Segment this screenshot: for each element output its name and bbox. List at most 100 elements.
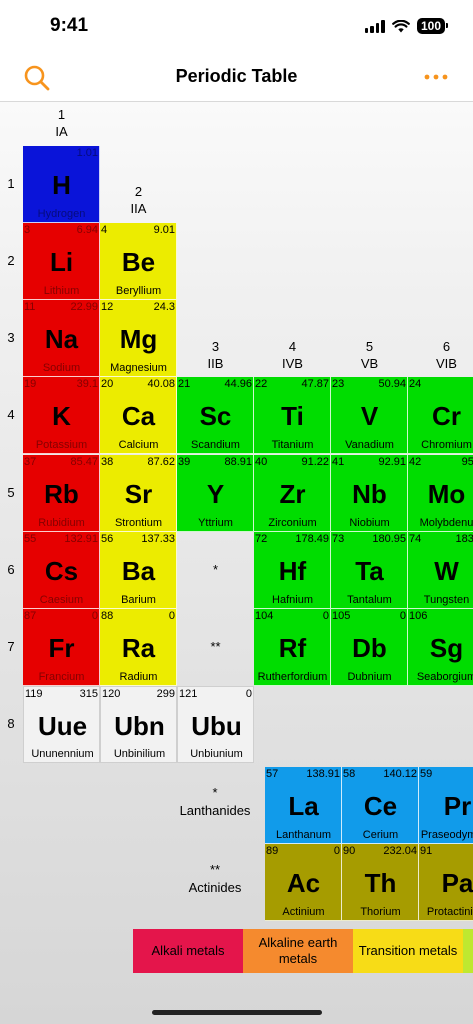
element-cell-mo[interactable]: 42 95.9 Mo Molybdenu xyxy=(408,455,473,532)
element-cell-ubn[interactable]: 120 299 Ubn Unbinilium xyxy=(100,686,177,763)
element-cell-nb[interactable]: 41 92.91 Nb Niobium xyxy=(331,455,408,532)
lanthanide-placeholder: * xyxy=(212,562,219,577)
element-cell-sr[interactable]: 38 87.62 Sr Strontium xyxy=(100,455,177,532)
element-cell-ti[interactable]: 22 47.87 Ti Titanium xyxy=(254,377,331,454)
element-name: Dubnium xyxy=(347,671,392,683)
element-symbol: Na xyxy=(44,324,79,354)
navigation-bar: Periodic Table xyxy=(0,52,473,102)
element-cell-ca[interactable]: 20 40.08 Ca Calcium xyxy=(100,377,177,454)
element-cell-li[interactable]: 3 6.94 Li Lithium xyxy=(23,223,100,300)
element-cell-mg[interactable]: 12 24.3 Mg Magnesium xyxy=(100,300,177,377)
atomic-mass: 44.96 xyxy=(224,378,252,390)
atomic-mass: 0 xyxy=(245,688,252,700)
atomic-number: 37 xyxy=(24,456,37,468)
element-symbol: Ca xyxy=(121,401,156,431)
element-cell-th[interactable]: 90 232.04 Th Thorium xyxy=(342,844,419,921)
element-name: Radium xyxy=(119,671,158,683)
group-label-1: 1 IA xyxy=(23,106,100,140)
atomic-mass: 24.3 xyxy=(153,301,175,313)
status-time: 9:41 xyxy=(50,15,89,36)
element-name: Titanium xyxy=(271,439,314,451)
element-symbol: Uue xyxy=(37,711,88,741)
element-cell-pr[interactable]: 59140PrPraseodymium xyxy=(419,767,473,844)
element-name: Tungsten xyxy=(423,594,470,606)
element-symbol: K xyxy=(52,401,71,431)
element-name: Molybdenu xyxy=(419,517,473,529)
element-name: Niobium xyxy=(349,517,390,529)
element-cell-y[interactable]: 39 88.91 Y Yttrium xyxy=(177,455,254,532)
atomic-mass: 50.94 xyxy=(378,378,406,390)
element-cell-fr[interactable]: 87 0 Fr Francium xyxy=(23,609,100,686)
legend-alkali-metals[interactable]: Alkali metals xyxy=(133,929,243,973)
atomic-mass: 315 xyxy=(79,688,98,700)
atomic-mass: 0 xyxy=(91,610,98,622)
actinides-row-label: ** Actinides xyxy=(165,861,265,897)
atomic-mass: 9.01 xyxy=(153,224,175,236)
element-symbol: Ubn xyxy=(114,711,165,741)
element-symbol: Fr xyxy=(48,633,75,663)
legend-alkaline-earth-metals[interactable]: Alkaline earth metals xyxy=(243,929,353,973)
element-cell-uue[interactable]: 119 315 Uue Ununennium xyxy=(23,686,100,763)
element-name: Praseodymium xyxy=(420,829,473,841)
element-cell-sg[interactable]: 106 Sg Seaborgium xyxy=(408,609,473,686)
atomic-number: 39 xyxy=(178,456,191,468)
status-icons: 100 xyxy=(364,18,449,34)
legend-label: Alkaline earth metals xyxy=(258,935,338,966)
period-label-6: 6 xyxy=(7,562,15,577)
element-cell-ce[interactable]: 58 140.12 Ce Cerium xyxy=(342,767,419,844)
atomic-number: 4 xyxy=(101,224,108,236)
element-name: Barium xyxy=(121,594,156,606)
element-cell-pa[interactable]: 91231PaProtactinium xyxy=(419,844,473,921)
element-symbol: Cr xyxy=(432,401,461,431)
element-cell-ba[interactable]: 56 137.33 Ba Barium xyxy=(100,532,177,609)
element-cell-ta[interactable]: 73 180.95 Ta Tantalum xyxy=(331,532,408,609)
legend-next-category[interactable] xyxy=(463,929,473,973)
atomic-number: 72 xyxy=(255,533,268,545)
atomic-mass: 6.94 xyxy=(76,224,98,236)
element-name: Hydrogen xyxy=(37,208,86,220)
element-cell-ubu[interactable]: 121 0 Ubu Unbiunium xyxy=(177,686,254,763)
atomic-number: 87 xyxy=(24,610,37,622)
element-cell-zr[interactable]: 40 91.22 Zr Zirconium xyxy=(254,455,331,532)
group-roman: IIB xyxy=(207,356,224,371)
element-name: Cerium xyxy=(362,829,399,841)
element-cell-be[interactable]: 4 9.01 Be Beryllium xyxy=(100,223,177,300)
element-cell-la[interactable]: 57 138.91 La Lanthanum xyxy=(265,767,342,844)
element-cell-na[interactable]: 11 22.99 Na Sodium xyxy=(23,300,100,377)
element-symbol: Sg xyxy=(429,633,464,663)
atomic-number: 58 xyxy=(343,768,356,780)
element-cell-cr[interactable]: 24 Cr Chromium xyxy=(408,377,473,454)
atomic-number: 73 xyxy=(332,533,345,545)
ellipsis-icon[interactable] xyxy=(421,65,451,89)
element-cell-hf[interactable]: 72 178.49 Hf Hafnium xyxy=(254,532,331,609)
atomic-number: 119 xyxy=(25,688,43,700)
element-symbol: H xyxy=(52,170,71,200)
element-symbol: Hf xyxy=(278,556,307,586)
element-name: Strontium xyxy=(114,517,163,529)
element-name: Ununennium xyxy=(31,748,94,760)
atomic-mass: 47.87 xyxy=(301,378,329,390)
element-cell-ra[interactable]: 88 0 Ra Radium xyxy=(100,609,177,686)
element-cell-h[interactable]: 1.01 H Hydrogen xyxy=(23,146,100,223)
element-cell-rf[interactable]: 104 0 Rf Rutherfordium xyxy=(254,609,331,686)
element-cell-k[interactable]: 19 39.1 K Potassium xyxy=(23,377,100,454)
wifi-icon xyxy=(392,19,410,32)
element-symbol: Ac xyxy=(286,868,321,898)
actinides-marker: ** xyxy=(209,862,221,877)
legend-label: Alkali metals xyxy=(151,943,225,958)
atomic-number: 22 xyxy=(255,378,268,390)
element-name: Seaborgium xyxy=(416,671,473,683)
legend-transition-metals[interactable]: Transition metals xyxy=(353,929,463,973)
element-cell-v[interactable]: 23 50.94 V Vanadium xyxy=(331,377,408,454)
element-symbol: Li xyxy=(49,247,74,277)
element-cell-sc[interactable]: 21 44.96 Sc Scandium xyxy=(177,377,254,454)
element-cell-rb[interactable]: 37 85.47 Rb Rubidium xyxy=(23,455,100,532)
element-symbol: Pr xyxy=(443,791,472,821)
element-cell-ac[interactable]: 89 0 Ac Actinium xyxy=(265,844,342,921)
atomic-number: 55 xyxy=(24,533,37,545)
atomic-mass: 232.04 xyxy=(383,845,417,857)
element-cell-w[interactable]: 74 183.8 W Tungsten xyxy=(408,532,473,609)
element-cell-cs[interactable]: 55 132.91 Cs Caesium xyxy=(23,532,100,609)
element-cell-db[interactable]: 105 0 Db Dubnium xyxy=(331,609,408,686)
atomic-mass: 85.47 xyxy=(70,456,98,468)
